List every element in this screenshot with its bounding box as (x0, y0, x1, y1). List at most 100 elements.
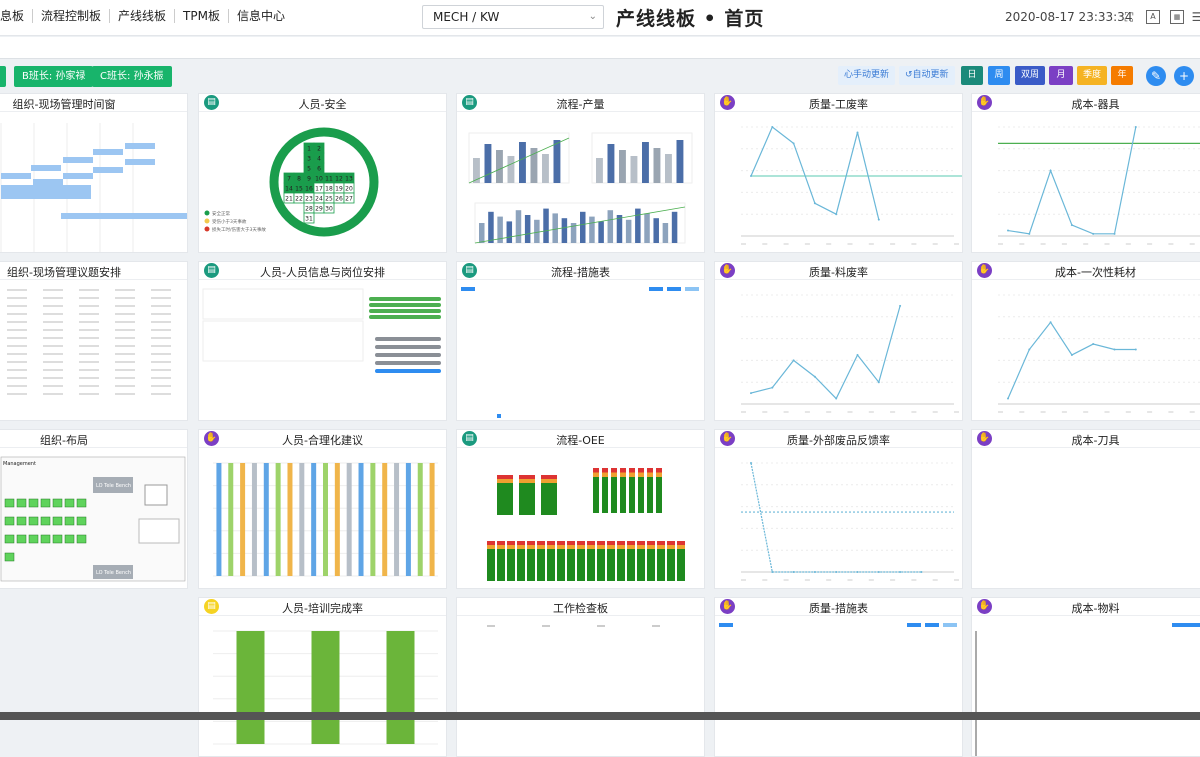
oee-bar (519, 475, 535, 479)
board-card[interactable]: ▤ 流程-措施表 (456, 261, 705, 421)
time-block (1, 185, 91, 199)
board-card[interactable]: ✋ 成本-一次性耗材 (971, 261, 1200, 421)
board-card[interactable]: ✋ 人员-合理化建议 (198, 429, 447, 589)
translate-icon[interactable]: A (1146, 10, 1160, 24)
oee-bar (497, 479, 513, 483)
board-card[interactable]: ✋ 成本-器具 (971, 93, 1200, 253)
line-select[interactable]: MECH / KW ⌄ (422, 5, 604, 29)
oee-charts (487, 468, 685, 581)
card-header: ▤ 人员-培训完成率 (199, 598, 446, 616)
edit-icon[interactable]: ✎ (1146, 66, 1166, 86)
svg-text:1: 1 (307, 146, 311, 153)
board-card[interactable]: ✋ 成本-物料 (971, 597, 1200, 757)
bar (358, 463, 364, 576)
tag-button (667, 287, 681, 291)
bar (596, 158, 603, 183)
schedule-text (43, 393, 63, 395)
svg-text:13: 13 (345, 176, 353, 183)
calendar-day: 15 (293, 182, 305, 194)
nav-item-dashboard[interactable]: 息板 (0, 9, 32, 23)
board-card[interactable]: ▤ 流程-OEE (456, 429, 705, 589)
schedule-text (7, 385, 27, 387)
data-point (1028, 232, 1031, 235)
card-header: ✋ 成本-器具 (972, 94, 1200, 112)
nav-item-line-board[interactable]: 产线线板 (109, 9, 174, 23)
page-button (497, 414, 501, 418)
shift-button-c[interactable]: C班长: 孙永振 (92, 66, 172, 87)
menu-icon[interactable]: ☰ (1190, 10, 1200, 24)
board-card[interactable]: ✋ 成本-刀具 (971, 429, 1200, 589)
calendar-icon[interactable]: ▦ (1170, 10, 1184, 24)
period-button[interactable]: 年 (1111, 66, 1133, 85)
card-header: ✋ 成本-物料 (972, 598, 1200, 616)
board-card[interactable]: ✋ 质量-工废率 (714, 93, 963, 253)
oee-bar (627, 545, 635, 549)
schedule-text (151, 321, 171, 323)
oee-bar (667, 545, 675, 549)
header-text (487, 625, 495, 627)
schedule-text (115, 393, 135, 395)
board-card[interactable]: 组织-现场管理议题安排 (0, 261, 188, 421)
shift-button-a[interactable] (0, 66, 6, 87)
period-button[interactable]: 周 (988, 66, 1010, 85)
board-card[interactable]: ▤ 人员-人员信息与岗位安排 (198, 261, 447, 421)
board-card[interactable]: ▤ 流程-产量 (456, 93, 705, 253)
board-card[interactable]: ✋ 质量-料废率 (714, 261, 963, 421)
card-header: ✋ 质量-工废率 (715, 94, 962, 112)
card-body: Management LO Tele Bench LO Tele Bench (0, 449, 187, 588)
bar (676, 140, 684, 183)
oee-bar (620, 472, 626, 477)
board-card[interactable]: 组织-现场管理时间窗 (0, 93, 188, 253)
board-card[interactable]: ▤ 人员-安全 1 2 3 4 5 6 7 8 9 10 11 12 13 14 15 16 17 18 19 20 21 2… (198, 93, 447, 253)
oee-bar (593, 477, 599, 513)
bar (524, 215, 531, 243)
bar (553, 140, 561, 183)
add-icon[interactable]: + (1174, 66, 1194, 86)
bar (653, 218, 659, 243)
nav-item-process-control[interactable]: 流程控制板 (32, 9, 109, 23)
period-button[interactable]: 日 (961, 66, 983, 85)
period-button[interactable]: 月 (1049, 66, 1073, 85)
data-point (1007, 229, 1009, 232)
legend-dot (204, 210, 210, 216)
calendar-day: 9 (303, 172, 315, 184)
bar (519, 142, 526, 183)
schedule-text (79, 385, 99, 387)
time-block (125, 159, 155, 165)
board-card[interactable]: ▤ 人员-培训完成率 (198, 597, 447, 757)
manual-refresh-button[interactable]: 心手动更新 (838, 66, 896, 85)
card-title: 人员-安全 (298, 98, 347, 111)
nav-item-info-center[interactable]: 信息中心 (227, 9, 293, 23)
oee-bar (597, 549, 605, 581)
card-header: 工作检查板 (457, 598, 704, 616)
oee-bar (629, 477, 635, 513)
check-board-table (487, 625, 660, 627)
auto-refresh-button[interactable]: ↺自动更新 (899, 66, 955, 85)
oee-bar (497, 545, 505, 549)
data-point (771, 126, 774, 128)
oee-bar (537, 549, 545, 581)
schedule-text (79, 289, 99, 291)
period-button[interactable]: 双周 (1015, 66, 1045, 85)
data-point (835, 397, 838, 400)
workstation (64, 534, 75, 544)
bar (496, 150, 503, 183)
data-point (835, 571, 838, 573)
card-header: ▤ 流程-措施表 (457, 262, 704, 280)
schedule-text (7, 321, 27, 323)
data-point (1134, 348, 1137, 351)
board-card[interactable]: ✋ 质量-外部废品反馈率 (714, 429, 963, 589)
oee-bar (677, 549, 685, 581)
oee-bar (647, 549, 655, 581)
oee-bar (647, 541, 655, 545)
schedule-text (79, 337, 99, 339)
board-card[interactable]: ✋ 质量-措施表 (714, 597, 963, 757)
board-card[interactable]: 工作检查板 (456, 597, 705, 757)
nav-item-tpm[interactable]: TPM板 (174, 9, 228, 23)
fullscreen-icon[interactable]: ⛶ (1122, 10, 1136, 24)
time-block (33, 179, 63, 185)
period-button[interactable]: 季度 (1077, 66, 1107, 85)
svg-text:24: 24 (315, 196, 323, 203)
shift-button-b[interactable]: B班长: 孙家禄 (14, 66, 94, 87)
board-card[interactable]: 组织-布局 Management LO Tele Bench LO Tele Benc… (0, 429, 188, 589)
